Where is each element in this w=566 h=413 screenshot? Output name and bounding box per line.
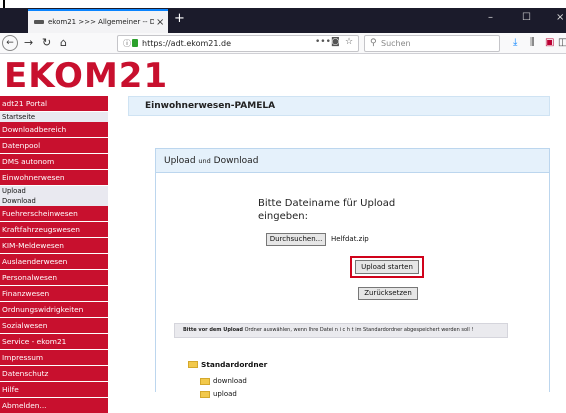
lock-icon	[132, 39, 138, 47]
sidebar-item-kim-meldewesen[interactable]: KIM-Meldewesen	[0, 238, 108, 253]
panel-title-download: Download	[213, 156, 259, 166]
browse-button[interactable]: Durchsuchen...	[266, 233, 326, 246]
reload-icon[interactable]: ↻	[42, 36, 51, 49]
tab-close-icon[interactable]: ×	[156, 17, 164, 28]
page-header: Einwohnerwesen-PAMELA	[128, 96, 550, 116]
sidebar-item-datenschutz[interactable]: Datenschutz	[0, 366, 108, 381]
search-icon: ⚲	[370, 38, 377, 48]
addon-icon[interactable]: ▣	[545, 37, 554, 48]
maximize-button[interactable]: ☐	[522, 12, 531, 23]
folder-icon	[188, 361, 198, 368]
selected-file-name: Helfdat.zip	[331, 235, 369, 243]
tab-bar: ekom21 >>> Allgemeiner -- D... × + – ☐ ×	[0, 8, 566, 33]
panel-title: Upload und Download	[156, 149, 549, 173]
download-icon[interactable]: ⤓	[513, 37, 517, 48]
sidebar-item-upload-download[interactable]: Upload Download	[0, 186, 108, 206]
browser-tab[interactable]: ekom21 >>> Allgemeiner -- D... ×	[28, 9, 168, 33]
cursor-mark	[3, 0, 5, 8]
upload-prompt: Bitte Dateiname für Upload eingeben:	[258, 198, 396, 222]
sidebar-item-personalwesen[interactable]: Personalwesen	[0, 270, 108, 285]
reset-button[interactable]: Zurücksetzen	[358, 287, 418, 300]
sidebar-item-startseite[interactable]: Startseite	[0, 112, 108, 122]
url-text[interactable]: https://adt.ekom21.de	[142, 39, 231, 48]
back-icon[interactable]: ←	[2, 35, 18, 51]
site-header: EKOM21	[0, 54, 566, 96]
sidebar-item-adt21-portal[interactable]: adt21 Portal	[0, 96, 108, 111]
sidebar-item-ordnungswidrigkeiten[interactable]: Ordnungswidrigkeiten	[0, 302, 108, 317]
info-icon[interactable]: ⓘ	[123, 38, 131, 49]
url-bar[interactable]: ⓘ https://adt.ekom21.de ••• ◙ ☆	[117, 35, 359, 52]
tab-favicon-icon	[34, 20, 44, 24]
sidebar-item-auslaenderwesen[interactable]: Auslaenderwesen	[0, 254, 108, 269]
page-title: Einwohnerwesen-PAMELA	[145, 101, 276, 111]
sidebar-icon[interactable]: ◫	[558, 37, 566, 48]
panel-title-upload: Upload	[164, 156, 196, 166]
sidebar-item-service-ekom21[interactable]: Service - ekom21	[0, 334, 108, 349]
folder-item-upload[interactable]: upload	[200, 390, 237, 398]
panel-title-und: und	[198, 157, 211, 165]
top-strip	[0, 0, 566, 8]
folder-root-label: Standardordner	[201, 360, 268, 369]
sidebar-item-dms-autonom[interactable]: DMS autonom	[0, 154, 108, 169]
folder-icon	[200, 377, 210, 385]
minimize-button[interactable]: –	[488, 12, 493, 23]
sidebar-item-datenpool[interactable]: Datenpool	[0, 138, 108, 153]
search-input[interactable]: Suchen	[381, 39, 411, 48]
sidebar-item-finanzwesen[interactable]: Finanzwesen	[0, 286, 108, 301]
library-icon[interactable]: ⫼	[530, 37, 535, 48]
sidebar-item-kraftfahrzeugswesen[interactable]: Kraftfahrzeugswesen	[0, 222, 108, 237]
sidebar-item-abmelden[interactable]: Abmelden...	[0, 398, 108, 413]
nav-bar: ← → ↻ ⌂ ⓘ https://adt.ekom21.de ••• ◙ ☆ …	[0, 33, 566, 54]
sidebar-item-impressum[interactable]: Impressum	[0, 350, 108, 365]
sidebar-nav: adt21 Portal Startseite Downloadbereich Dat…	[0, 96, 108, 413]
folder-hint: Bitte vor dem Upload Ordner auswählen, w…	[174, 323, 508, 338]
page-actions-icon[interactable]: •••	[315, 37, 331, 47]
sidebar-item-sozialwesen[interactable]: Sozialwesen	[0, 318, 108, 333]
pocket-icon[interactable]: ◙	[331, 37, 340, 47]
new-tab-button[interactable]: +	[174, 11, 185, 26]
folder-label: download	[213, 377, 247, 385]
upload-start-button[interactable]: Upload starten	[355, 260, 419, 274]
home-icon[interactable]: ⌂	[60, 36, 67, 49]
sidebar-item-fuehrerscheinwesen[interactable]: Fuehrerscheinwesen	[0, 206, 108, 221]
search-bar[interactable]: ⚲ Suchen	[364, 35, 500, 52]
sidebar-item-einwohnerwesen[interactable]: Einwohnerwesen	[0, 170, 108, 185]
upload-button-highlight: Upload starten	[350, 256, 424, 278]
tab-title: ekom21 >>> Allgemeiner -- D...	[48, 18, 154, 26]
folder-label: upload	[213, 390, 237, 398]
sidebar-item-hilfe[interactable]: Hilfe	[0, 382, 108, 397]
close-window-button[interactable]: ×	[556, 12, 564, 23]
folder-tree-root[interactable]: Standardordner	[188, 360, 267, 369]
upload-panel: Upload und Download Bitte Dateiname für …	[155, 148, 550, 398]
hint-text: Ordner auswählen, wenn Ihre Datei n i c …	[243, 327, 474, 333]
forward-icon[interactable]: →	[24, 36, 33, 49]
sidebar-item-downloadbereich[interactable]: Downloadbereich	[0, 122, 108, 137]
hint-bold: Bitte vor dem Upload	[183, 327, 243, 333]
ekom21-logo[interactable]: EKOM21	[4, 56, 168, 96]
folder-item-download[interactable]: download	[200, 377, 247, 385]
bookmark-star-icon[interactable]: ☆	[345, 37, 353, 47]
